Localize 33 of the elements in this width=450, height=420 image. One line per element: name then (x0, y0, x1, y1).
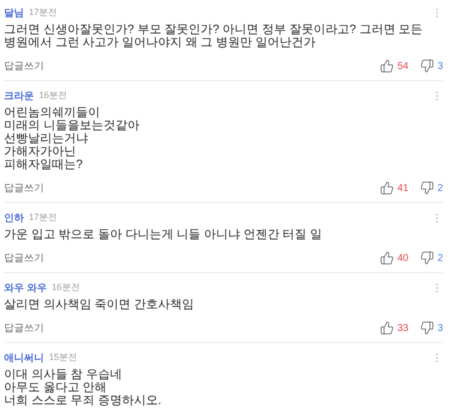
comment-text: 아무도 옳다고 안해 (4, 381, 108, 394)
like-button[interactable]: 40 (380, 250, 408, 266)
reply-link[interactable]: 답글쓰기 (4, 320, 44, 336)
dislike-button[interactable]: 2 (420, 250, 443, 266)
comment-text: 가운 입고 밖으로 돌아 다니는게 니들 아니냐 언젠간 터질 일 (4, 228, 324, 241)
dislike-button[interactable]: 2 (420, 180, 443, 196)
comment-text: 이대 의사들 참 우습네 (4, 368, 124, 381)
comment-time: 15분전 (49, 351, 78, 364)
dislike-button[interactable]: 3 (420, 320, 443, 336)
dislike-button[interactable]: 3 (420, 58, 443, 74)
author-name[interactable]: 와우 와우 (4, 280, 47, 296)
author-name[interactable]: 인하 (4, 210, 24, 226)
comment-text: 피해자일때는? (4, 158, 84, 171)
comment-time: 16분전 (52, 281, 80, 294)
author-name[interactable]: 크라운 (4, 88, 34, 104)
comment-text: 너희 스스로 무죄 증명하시오. (4, 394, 162, 407)
reply-link[interactable]: 답글쓰기 (4, 250, 44, 266)
comment-time: 16분전 (39, 89, 68, 102)
reply-link[interactable]: 답글쓰기 (4, 58, 44, 74)
comment-text: 선빵날리는거냐 (4, 132, 89, 145)
comment-time: 17분전 (29, 211, 58, 224)
author-name[interactable]: 애니써니 (4, 350, 44, 366)
like-button[interactable]: 41 (380, 180, 408, 196)
comment-text: 가해자가아닌 (4, 145, 77, 158)
reply-link[interactable]: 답글쓰기 (4, 180, 44, 196)
comment-time: 17분전 (29, 6, 58, 20)
comment-text: 살리면 의사책임 죽이면 간호사책임 (4, 298, 196, 311)
like-button[interactable]: 33 (380, 320, 408, 336)
like-button[interactable]: 54 (380, 58, 408, 74)
comment-text: 그러면 신생아잘못인가? 부모 잘못인가? 아니면 정부 잘못이라고? 그러면 모든 병원에서 그런 사고가 일어나야지 왜 그 병원만 일어난건가 (4, 23, 424, 49)
comment-text: 미래의 니들을보는것같아 (4, 119, 140, 132)
comment-text: 어린놈의쉐끼들이 (4, 106, 101, 119)
author-name[interactable]: 달님 (4, 6, 24, 20)
